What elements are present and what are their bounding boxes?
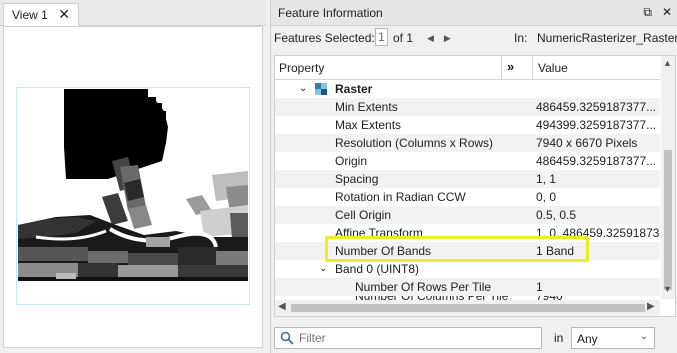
scroll-left-icon[interactable]: ◀ [278,301,286,312]
next-feature-icon[interactable]: ▶ [444,33,461,43]
close-panel-icon[interactable]: ✕ [662,5,672,20]
tree-row[interactable]: Min Extents 486459.3259187377... [275,98,660,116]
app-window: View 1 ✕ Feature Information ⧉ ✕ Feature… [0,0,677,353]
property-value: 0.5, 0.5 [536,208,577,222]
property-key: Cell Origin [335,208,392,222]
search-icon [280,331,294,345]
property-value: 1 [536,280,543,294]
filter-bar: in Any ⌄ [274,327,676,351]
feature-count-label: of 1 [393,31,414,45]
tree-row[interactable]: Resolution (Columns x Rows) 7940 x 6670 … [275,134,660,152]
scroll-down-icon[interactable]: ▼ [663,284,672,294]
collapse-raster-icon[interactable]: ⌄ [299,83,307,94]
tab-view-1[interactable]: View 1 ✕ [3,3,79,26]
scroll-thumb[interactable] [664,150,672,290]
property-key: Spacing [335,172,379,186]
tree-row-raster[interactable]: ⌄ Raster [275,80,660,98]
property-value: 486459.3259187377... [536,100,657,114]
collapse-band-icon[interactable]: ⌄ [319,263,327,274]
float-panel-icon[interactable]: ⧉ [643,5,652,20]
tab-label: View 1 [12,8,48,22]
filter-field[interactable] [274,327,542,349]
chevron-down-icon: ⌄ [639,331,648,342]
features-selected-label: Features Selected: [274,31,375,45]
property-value: 494399.3259187377... [536,118,657,132]
property-key: Min Extents [335,100,398,114]
property-value: 0, 0 [536,190,557,204]
expand-all-icon[interactable]: » [507,59,514,74]
tree-row-band-0[interactable]: ⌄ Band 0 (UINT8) [275,260,660,278]
property-tree: Property » Value ⌄ Raster Min Extents 48… [274,55,676,317]
tree-row[interactable]: Cell Origin 0.5, 0.5 [275,206,660,224]
scroll-right-icon[interactable]: ▶ [647,301,655,312]
property-key: Resolution (Columns x Rows) [335,136,494,150]
filter-scope-value: Any [577,332,598,346]
scroll-up-icon[interactable]: ▲ [663,58,672,68]
tree-row[interactable]: Origin 486459.3259187377... [275,152,660,170]
source-name: NumericRasterizer_Raster [537,31,677,45]
property-key: Origin [335,154,368,168]
panel-title: Feature Information [278,5,383,20]
column-header-value[interactable]: Value [538,61,568,75]
raster-label: Raster [335,82,373,96]
raster-image [16,87,250,305]
filter-in-label: in [554,331,564,345]
property-key: Number Of Rows Per Tile [355,280,492,294]
tree-header: Property » Value [275,56,660,80]
filter-input[interactable] [299,330,537,346]
raster-icon [315,83,327,95]
scroll-thumb[interactable] [291,304,645,312]
source-in-label: In: [514,31,528,45]
tree-row[interactable]: Number Of Rows Per Tile 1 [275,278,660,296]
property-value: 486459.3259187377... [536,154,657,168]
property-key: Max Extents [335,118,402,132]
highlight-annotation [325,236,589,262]
feature-index-input[interactable]: 1 [375,28,388,46]
feature-nav: ◀▶ [427,33,461,44]
horizontal-scrollbar[interactable]: ◀ ▶ [275,300,660,316]
tree-row[interactable]: Spacing 1, 1 [275,170,660,188]
band-label: Band 0 (UINT8) [335,262,420,276]
view-tabbar: View 1 ✕ [0,0,266,26]
map-view-canvas[interactable] [3,26,263,348]
vertical-scrollbar[interactable]: ▲ ▼ [661,56,675,299]
selection-row: Features Selected: 1 of 1 ◀▶ In: Numeric… [271,27,677,49]
feature-information-panel: Feature Information ⧉ ✕ Features Selecte… [270,0,677,353]
tree-row[interactable]: Rotation in Radian CCW 0, 0 [275,188,660,206]
prev-feature-icon[interactable]: ◀ [427,33,444,43]
property-value: 1, 1 [536,172,557,186]
property-value: 7940 x 6670 Pixels [536,136,638,150]
tree-row[interactable]: Max Extents 494399.3259187377... [275,116,660,134]
panel-titlebar: Feature Information ⧉ ✕ [271,0,677,26]
filter-scope-select[interactable]: Any ⌄ [571,327,655,349]
property-key: Rotation in Radian CCW [335,190,466,204]
close-tab-icon[interactable]: ✕ [58,7,70,21]
column-header-property[interactable]: Property [279,61,324,75]
